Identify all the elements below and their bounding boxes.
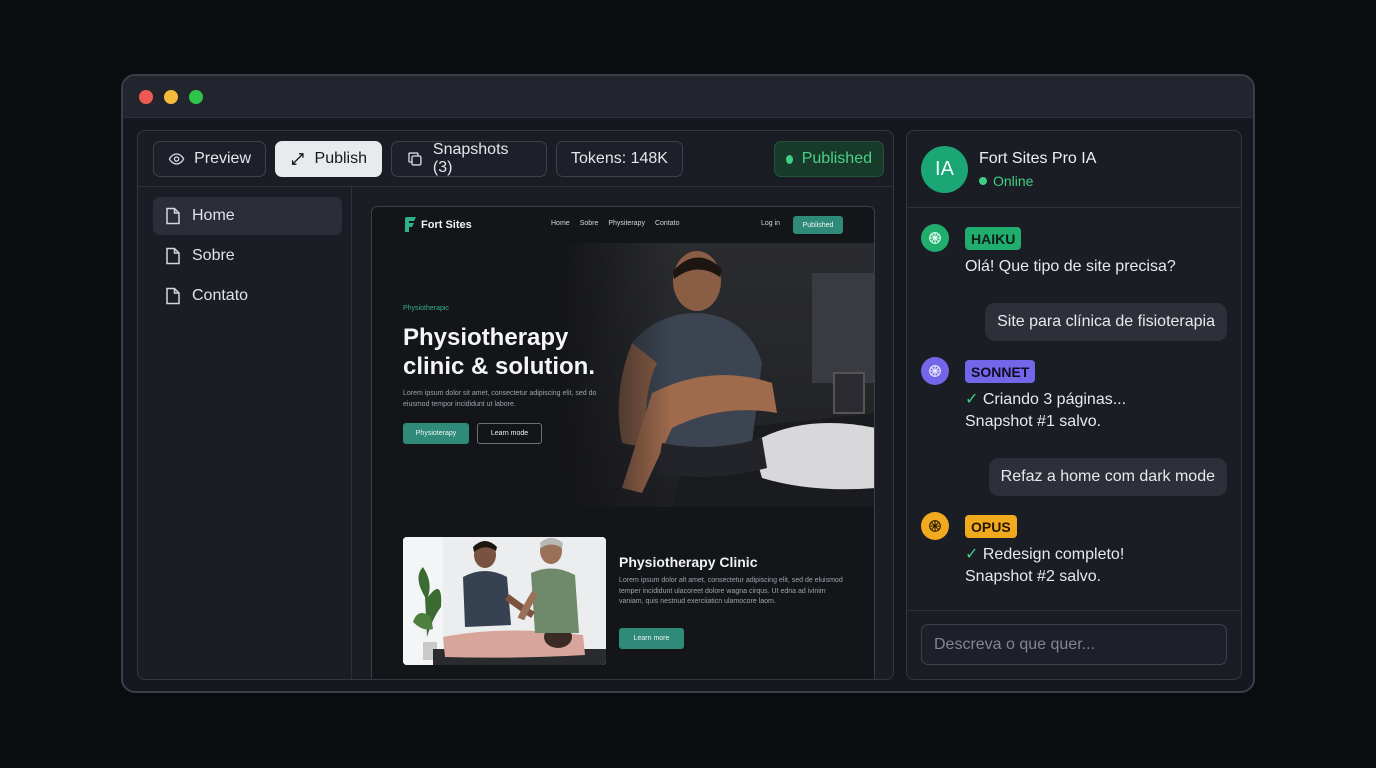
file-icon	[166, 287, 180, 305]
site-nav-physiotherapy[interactable]: Physiterapy	[608, 220, 645, 227]
site-nav-links: Home Sobre Physiterapy Contato	[551, 220, 679, 227]
openai-knot-icon	[929, 520, 941, 532]
site-published-button[interactable]: Published	[793, 216, 843, 234]
site-nav-home[interactable]: Home	[551, 220, 570, 227]
file-icon	[166, 247, 180, 265]
section-title: Physiotherapy Clinic	[619, 554, 758, 570]
minimize-window-button[interactable]	[164, 90, 178, 104]
chat-header: IA Fort Sites Pro IA Online	[907, 131, 1241, 208]
hero-headline: Physiotherapy clinic & solution.	[403, 324, 596, 380]
sidebar-item-label: Home	[192, 207, 235, 224]
clinic-photo	[403, 537, 606, 665]
bot-message-line1: Criando 3 páginas...	[982, 391, 1127, 408]
file-icon	[166, 207, 180, 225]
section-learn-more-button[interactable]: Learn more	[619, 628, 684, 649]
openai-knot-icon	[929, 365, 941, 377]
model-badge-sonnet: SONNET	[965, 360, 1036, 383]
sidebar-item-sobre[interactable]: Sobre	[153, 237, 342, 275]
site-logo-text: Fort Sites	[421, 218, 472, 231]
site-login-link[interactable]: Log in	[761, 220, 780, 227]
publish-button[interactable]: Publish	[275, 141, 382, 177]
bot-message-text: ✓ Redesign completo! Snapshot #2 salvo.	[965, 544, 1124, 588]
user-message-bubble: Site para clínica de fisioterapia	[985, 303, 1227, 341]
tokens-counter: Tokens: 148K	[556, 141, 683, 177]
haiku-avatar	[921, 224, 949, 252]
bot-message-line2: Snapshot #2 salvo.	[965, 568, 1102, 585]
close-window-button[interactable]	[139, 90, 153, 104]
chat-panel: IA Fort Sites Pro IA Online HAIKU Olá! Q…	[906, 130, 1242, 680]
chat-input[interactable]	[921, 624, 1227, 665]
editor-panel: Preview Publish Snapshots (3) Tokens: 14…	[137, 130, 894, 680]
snapshots-label: Snapshots (3)	[432, 141, 509, 176]
site-nav-contato[interactable]: Contato	[655, 220, 680, 227]
online-dot-icon	[979, 177, 987, 185]
avatar: IA	[921, 146, 968, 193]
check-icon: ✓	[965, 546, 979, 563]
eye-icon	[168, 153, 185, 165]
site-navbar: Fort Sites Home Sobre Physiterapy Contat…	[372, 207, 874, 243]
copy-icon	[408, 152, 422, 166]
maximize-window-button[interactable]	[189, 90, 203, 104]
bot-message-line2: Snapshot #1 salvo.	[965, 413, 1102, 430]
sidebar-item-label: Sobre	[192, 247, 235, 264]
preview-button[interactable]: Preview	[153, 141, 266, 177]
site-logo[interactable]: Fort Sites	[404, 217, 472, 232]
bot-name: Fort Sites Pro IA	[979, 150, 1097, 167]
pages-sidebar: Home Sobre Contato	[138, 187, 352, 679]
published-status-badge: Published	[774, 141, 884, 177]
preview-label: Preview	[194, 150, 251, 167]
sidebar-item-home[interactable]: Home	[153, 197, 342, 235]
bot-message-text: Olá! Que tipo de site precisa?	[965, 258, 1176, 275]
bot-message-line1: Redesign completo!	[982, 546, 1125, 563]
bot-message-text: ✓ Criando 3 páginas... Snapshot #1 salvo…	[965, 389, 1126, 433]
online-status: Online	[979, 173, 1033, 189]
fort-logo-icon	[405, 217, 416, 232]
tokens-label: Tokens: 148K	[571, 150, 668, 167]
editor-toolbar: Preview Publish Snapshots (3) Tokens: 14…	[138, 131, 893, 187]
snapshots-button[interactable]: Snapshots (3)	[391, 141, 547, 177]
model-badge-haiku: HAIKU	[965, 227, 1022, 250]
user-message-bubble: Refaz a home com dark mode	[988, 458, 1227, 496]
status-label: Published	[801, 150, 872, 167]
sidebar-item-label: Contato	[192, 287, 249, 304]
publish-label: Publish	[314, 150, 367, 167]
hero-body: Lorem ipsum dolor sit amet, consectetur …	[403, 390, 597, 408]
sonnet-avatar	[921, 357, 949, 385]
openai-knot-icon	[929, 232, 941, 244]
sidebar-item-contato[interactable]: Contato	[153, 277, 342, 315]
site-preview-frame[interactable]: Fort Sites Home Sobre Physiterapy Contat…	[371, 206, 875, 679]
title-bar	[123, 76, 1253, 118]
check-icon: ✓	[965, 391, 979, 408]
model-badge-opus: OPUS	[965, 515, 1017, 538]
hero-primary-button[interactable]: Physioterapy	[403, 423, 469, 444]
site-nav-sobre[interactable]: Sobre	[580, 220, 599, 227]
chat-input-area	[907, 610, 1241, 679]
hero-kicker: Physiotherapic	[403, 305, 449, 312]
app-window: Preview Publish Snapshots (3) Tokens: 14…	[121, 74, 1255, 693]
section-body: Lorem ipsum dolor alt amet, consectetur …	[619, 577, 843, 605]
online-label: Online	[993, 173, 1034, 189]
opus-avatar	[921, 512, 949, 540]
expand-arrow-icon	[291, 153, 304, 165]
hero-secondary-button[interactable]: Learn mode	[477, 423, 542, 444]
status-dot-icon	[786, 154, 793, 164]
